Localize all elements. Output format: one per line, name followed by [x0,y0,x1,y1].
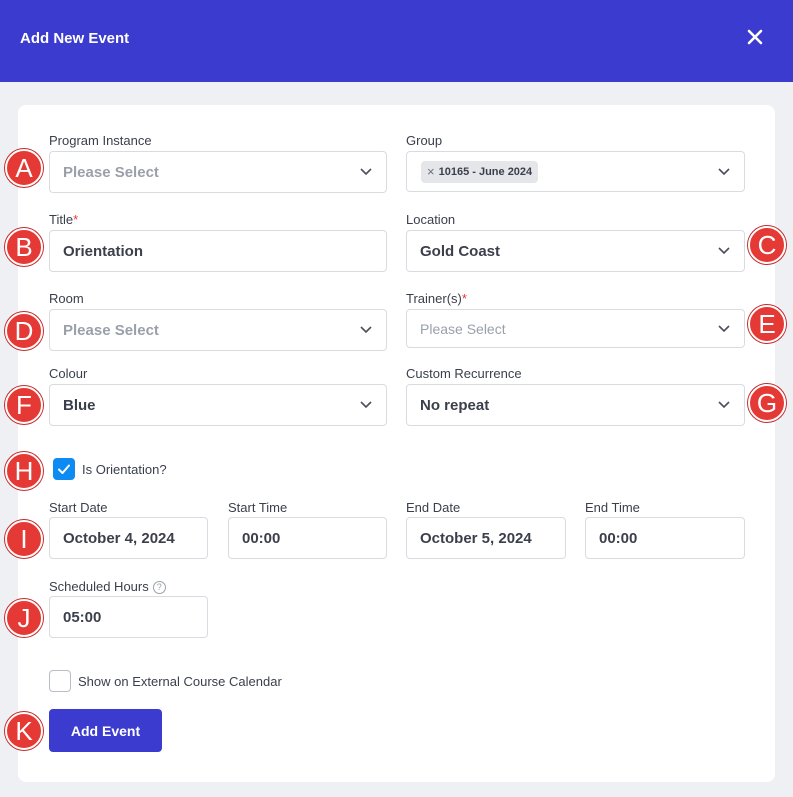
end-time-label: End Time [585,500,640,515]
colour-select[interactable]: Blue [49,384,387,426]
end-time-input[interactable]: 00:00 [585,517,745,559]
marker-d: D [5,312,43,350]
end-time-value: 00:00 [599,529,638,547]
trainers-label: Trainer(s)* [406,291,467,306]
trainers-select[interactable]: Please Select [406,309,745,348]
end-date-value: October 5, 2024 [420,529,532,547]
marker-j: J [5,599,43,637]
show-external-checkbox[interactable] [49,670,71,692]
end-date-input[interactable]: October 5, 2024 [406,517,566,559]
chevron-down-icon [360,401,372,409]
title-input[interactable]: Orientation [49,230,387,272]
marker-b: B [5,228,43,266]
add-event-button[interactable]: Add Event [49,709,162,752]
title-value: Orientation [63,242,144,260]
required-asterisk: * [73,212,79,227]
help-icon[interactable]: ? [152,581,166,594]
chevron-down-icon [360,168,372,176]
dialog-title: Add New Event [20,30,130,47]
chevron-down-icon [718,401,730,409]
chevron-down-icon [718,247,730,255]
is-orientation-checkbox[interactable] [53,458,75,480]
program-instance-select[interactable]: Please Select [49,151,387,193]
start-time-input[interactable]: 00:00 [228,517,387,559]
custom-recurrence-label: Custom Recurrence [406,366,522,381]
trainers-label-text: Trainer(s) [406,291,462,306]
scheduled-hours-label-text: Scheduled Hours [49,579,149,594]
group-tag: × 10165 - June 2024 [421,160,539,183]
marker-e: E [748,305,786,343]
custom-recurrence-value: No repeat [420,396,490,414]
close-button[interactable] [743,25,767,49]
start-time-label: Start Time [228,500,288,515]
scheduled-hours-value: 05:00 [63,608,102,626]
marker-c: C [748,226,786,264]
show-external-label: Show on External Course Calendar [78,674,282,689]
group-select[interactable]: × 10165 - June 2024 [406,151,745,192]
colour-label: Colour [49,366,88,381]
required-asterisk: * [461,291,467,306]
room-label: Room [49,291,84,306]
start-date-input[interactable]: October 4, 2024 [49,517,208,559]
marker-f: F [5,386,43,424]
marker-i: I [5,520,43,558]
location-label: Location [406,212,456,227]
scheduled-hours-label: Scheduled Hours? [49,579,166,594]
scheduled-hours-input[interactable]: 05:00 [49,596,208,638]
start-date-value: October 4, 2024 [63,529,175,547]
group-tag-label: 10165 - June 2024 [438,165,533,178]
marker-h: H [5,452,43,490]
chevron-down-icon [360,326,372,334]
close-icon [747,29,763,45]
colour-value: Blue [63,396,96,414]
location-value: Gold Coast [420,242,501,260]
start-time-value: 00:00 [242,529,281,547]
tag-remove-icon[interactable]: × [427,164,435,179]
end-date-label: End Date [406,500,461,515]
is-orientation-label: Is Orientation? [82,462,167,477]
title-label-text: Title [49,212,74,227]
room-select[interactable]: Please Select [49,309,387,351]
title-label: Title* [49,212,78,227]
program-instance-label: Program Instance [49,133,152,148]
chevron-down-icon [718,324,730,333]
program-instance-placeholder: Please Select [63,163,159,181]
marker-k: K [5,712,43,750]
checkmark-icon [58,464,70,474]
custom-recurrence-select[interactable]: No repeat [406,384,745,426]
chevron-down-icon [718,167,730,176]
location-select[interactable]: Gold Coast [406,230,745,272]
start-date-label: Start Date [49,500,108,515]
dialog-header: Add New Event [0,0,793,82]
marker-a: A [5,149,43,187]
room-placeholder: Please Select [63,321,159,339]
trainers-placeholder: Please Select [420,320,506,337]
group-label: Group [406,133,443,148]
marker-g: G [748,384,786,422]
